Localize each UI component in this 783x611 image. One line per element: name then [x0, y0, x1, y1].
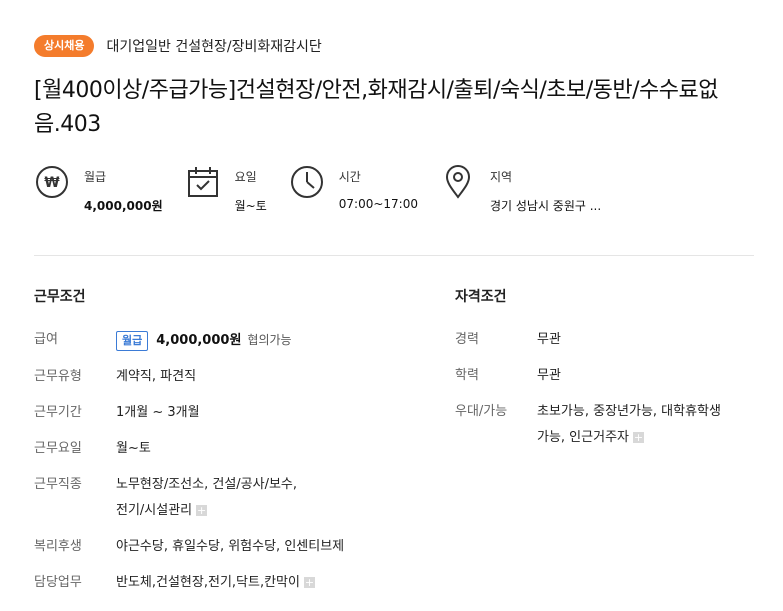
location-pin-icon [440, 164, 476, 200]
career-value: 무관 [537, 332, 561, 347]
section-divider [34, 255, 754, 256]
salary-key: 급여 [34, 332, 58, 347]
duties-row: 담당업무 반도체,건설현장,전기,닥트,칸막이 + [34, 573, 434, 593]
summary-region-label: 지역 [489, 170, 513, 184]
recruit-badge: 상시채용 [34, 35, 95, 57]
summary-days-label: 요일 [234, 170, 257, 184]
summary-region-value[interactable]: 경기 성남시 중원구 ... [490, 197, 601, 214]
calendar-icon [185, 164, 221, 200]
expand-plus-icon[interactable]: + [303, 577, 315, 588]
period-value: 1개월 ~ 3개월 [116, 405, 200, 420]
salary-negotiable: 협의가능 [247, 333, 292, 347]
preferred-key: 우대/가능 [455, 404, 508, 419]
duties-value: 반도체,건설현장,전기,닥트,칸막이 [116, 575, 300, 590]
benefits-value: 야근수당, 휴일수당, 위험수당, 인센티브제 [116, 539, 345, 554]
job-category-line1: 노무현장/조선소, 건설/공사/보수, [116, 477, 298, 492]
period-key: 근무기간 [34, 405, 82, 420]
preferred-row: 우대/가능 초보가능, 중장년가능, 대학휴학생 가능, 인근거주자 + [455, 402, 755, 448]
summary-region: 지역 경기 성남시 중원구 ... [440, 164, 601, 224]
job-category-key: 근무직종 [34, 477, 82, 492]
employment-type-row: 근무유형 계약직, 파견직 [34, 367, 434, 387]
expand-plus-icon[interactable]: + [196, 505, 208, 516]
won-icon: ₩ [34, 164, 70, 200]
job-header: 상시채용 대기업일반 건설현장/장비화재감시단 [월400이상/주급가능]건설현… [34, 34, 754, 224]
duties-key: 담당업무 [34, 575, 82, 590]
summary-pay: ₩ 월급 4,000,000원 [34, 164, 163, 224]
days-row: 근무요일 월~토 [34, 439, 434, 459]
summary-time: 시간 07:00~17:00 [289, 164, 418, 224]
summary-days-value: 월~토 [234, 199, 267, 213]
job-category-row: 근무직종 노무현장/조선소, 건설/공사/보수, 전기/시설관리 + [34, 475, 434, 521]
summary-pay-label: 월급 [84, 170, 107, 184]
employment-type-value: 계약직, 파견직 [116, 369, 197, 384]
job-title: [월400이상/주급가능]건설현장/안전,화재감시/출퇴/숙식/초보/동반/수수… [34, 78, 719, 137]
benefits-key: 복리후생 [34, 539, 82, 554]
summary-time-label: 시간 [338, 170, 361, 184]
clock-icon [289, 164, 325, 200]
career-key: 경력 [455, 332, 479, 347]
qualifications-section: 자격조건 경력 무관 학력 무관 우대/가능 초보가능, 중장년가능, 대학휴학… [455, 286, 755, 464]
employment-type-key: 근무유형 [34, 369, 82, 384]
header-row: 상시채용 대기업일반 건설현장/장비화재감시단 [34, 34, 754, 58]
career-row: 경력 무관 [455, 330, 755, 350]
preferred-line2: 가능, 인근거주자 [537, 430, 629, 445]
days-key: 근무요일 [34, 441, 82, 456]
company-name[interactable]: 대기업일반 건설현장/장비화재감시단 [106, 36, 321, 56]
benefits-row: 복리후생 야근수당, 휴일수당, 위험수당, 인센티브제 [34, 537, 434, 557]
work-conditions-heading: 근무조건 [34, 289, 86, 305]
days-value: 월~토 [116, 441, 151, 456]
education-key: 학력 [455, 368, 479, 383]
summary-pay-value: 4,000,000원 [84, 199, 163, 213]
salary-type-badge: 월급 [116, 331, 149, 351]
education-value: 무관 [537, 368, 561, 383]
summary-days: 요일 월~토 [185, 164, 267, 224]
preferred-line1: 초보가능, 중장년가능, 대학휴학생 [537, 404, 721, 419]
qualifications-heading: 자격조건 [455, 289, 507, 305]
education-row: 학력 무관 [455, 366, 755, 386]
summary-time-value: 07:00~17:00 [338, 197, 418, 211]
svg-text:₩: ₩ [44, 175, 60, 191]
salary-row: 급여 월급 4,000,000원 협의가능 [34, 330, 434, 351]
period-row: 근무기간 1개월 ~ 3개월 [34, 403, 434, 423]
expand-plus-icon[interactable]: + [633, 432, 644, 443]
work-conditions-section: 근무조건 급여 월급 4,000,000원 협의가능 근무유형 계약직, 파견직 근… [34, 286, 434, 609]
salary-amount: 4,000,000원 [156, 333, 242, 348]
summary-bar: ₩ 월급 4,000,000원 요일 월~토 시간 07:00~17:00 지역… [34, 164, 754, 224]
job-category-line2: 전기/시설관리 [116, 503, 193, 518]
